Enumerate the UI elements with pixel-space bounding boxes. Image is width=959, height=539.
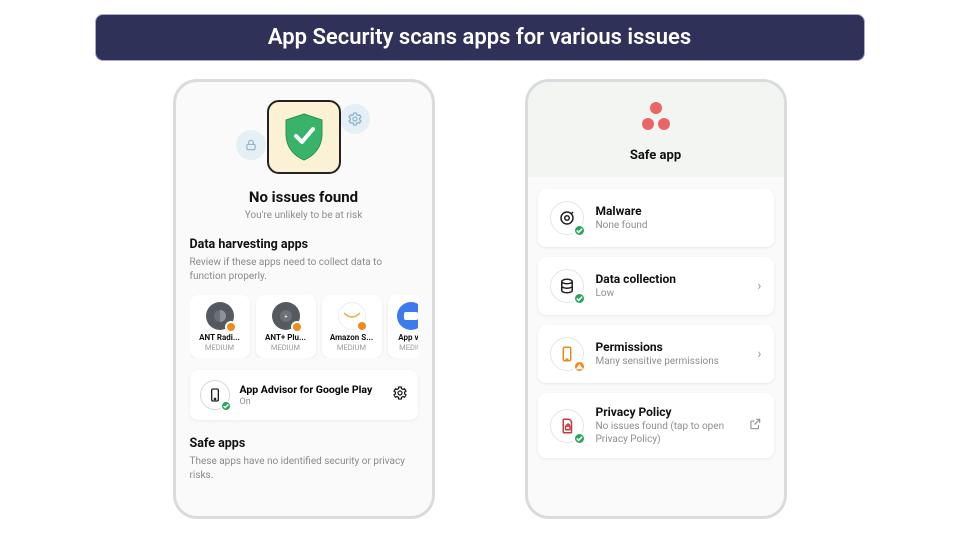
app-name: Amazon S... xyxy=(326,333,378,342)
lock-icon xyxy=(236,130,266,160)
check-badge-icon xyxy=(573,432,586,445)
detail-title: Malware xyxy=(596,204,762,218)
phone-frame-left: No issues found You're unlikely to be at… xyxy=(173,79,435,519)
detail-title: Permissions xyxy=(596,340,746,354)
external-link-icon xyxy=(748,417,762,435)
app-card[interactable]: + ANT+ Plu... MEDIUM xyxy=(256,295,316,358)
safe-apps-desc: These apps have no identified security o… xyxy=(190,455,418,482)
app-card[interactable]: Amazon S... MEDIUM xyxy=(322,295,382,358)
detail-title: Privacy Policy xyxy=(596,405,736,419)
app-card[interactable]: ANT Radi... MEDIUM xyxy=(190,295,250,358)
harvesting-desc: Review if these apps need to collect dat… xyxy=(190,256,418,283)
app-icon xyxy=(206,302,234,330)
app-logo-icon xyxy=(637,100,675,138)
gear-icon[interactable] xyxy=(392,385,408,405)
app-card[interactable]: App va MEDIU xyxy=(388,295,418,358)
app-name: ANT+ Plu... xyxy=(260,333,312,342)
page-title-banner: App Security scans apps for various issu… xyxy=(95,14,865,61)
app-cards-row[interactable]: ANT Radi... MEDIUM + ANT+ Plu... MEDIUM xyxy=(190,295,418,358)
target-icon xyxy=(550,201,584,235)
app-detail-title: Safe app xyxy=(528,148,784,163)
safe-apps-title: Safe apps xyxy=(190,436,418,451)
app-risk: MEDIU xyxy=(392,343,418,352)
warning-badge-icon xyxy=(225,321,237,333)
detail-row-permissions[interactable]: Permissions Many sensitive permissions › xyxy=(538,325,774,383)
detail-sub: No issues found (tap to open Privacy Pol… xyxy=(596,420,736,446)
app-icon xyxy=(338,302,366,330)
detail-sub: Many sensitive permissions xyxy=(596,355,746,368)
app-detail-header: Safe app xyxy=(528,82,784,177)
gear-bg-icon xyxy=(340,104,370,134)
advisor-icon xyxy=(200,380,230,410)
warning-badge-icon xyxy=(573,360,586,373)
advisor-title: App Advisor for Google Play xyxy=(240,383,382,396)
detail-row-malware[interactable]: Malware None found xyxy=(538,189,774,247)
detail-title: Data collection xyxy=(596,272,746,286)
app-name: ANT Radi... xyxy=(194,333,246,342)
database-icon xyxy=(550,269,584,303)
warning-badge-icon xyxy=(356,320,368,332)
warning-badge-icon xyxy=(291,321,303,333)
advisor-status: On xyxy=(240,397,382,407)
app-risk: MEDIUM xyxy=(326,343,378,352)
phone-frame-right: Safe app Malware None found xyxy=(525,79,787,519)
app-icon: + xyxy=(272,302,300,330)
status-title: No issues found xyxy=(249,188,358,206)
chevron-right-icon: › xyxy=(757,346,761,362)
phone-icon xyxy=(550,337,584,371)
chevron-right-icon: › xyxy=(757,278,761,294)
app-name: App va xyxy=(392,333,418,342)
detail-row-privacy-policy[interactable]: Privacy Policy No issues found (tap to o… xyxy=(538,393,774,458)
app-risk: MEDIUM xyxy=(194,343,246,352)
check-badge-icon xyxy=(220,400,232,412)
app-risk: MEDIUM xyxy=(260,343,312,352)
detail-sub: Low xyxy=(596,287,746,300)
check-badge-icon xyxy=(573,292,586,305)
check-badge-icon xyxy=(573,224,586,237)
advisor-card[interactable]: App Advisor for Google Play On xyxy=(190,370,418,420)
detail-row-data-collection[interactable]: Data collection Low › xyxy=(538,257,774,315)
app-icon xyxy=(397,302,418,330)
status-subtitle: You're unlikely to be at risk xyxy=(245,210,363,221)
document-lock-icon xyxy=(550,409,584,443)
harvesting-title: Data harvesting apps xyxy=(190,237,418,252)
detail-sub: None found xyxy=(596,219,762,232)
shield-check-icon xyxy=(267,100,341,174)
status-hero: No issues found You're unlikely to be at… xyxy=(186,94,422,221)
svg-text:+: + xyxy=(284,314,288,321)
